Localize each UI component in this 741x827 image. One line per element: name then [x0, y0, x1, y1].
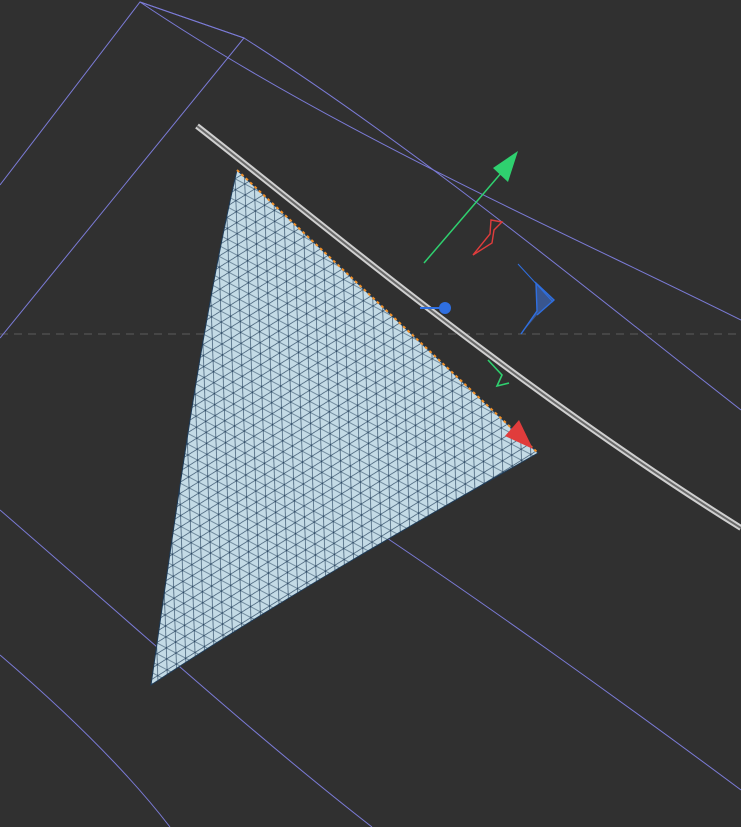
wireframe-box-top — [139, 1, 245, 39]
scale-z-handle-icon[interactable] — [439, 302, 451, 314]
3d-viewport[interactable] — [0, 0, 741, 827]
wireframe-curve-5 — [359, 519, 741, 791]
rotate-z-icon[interactable] — [520, 281, 556, 335]
wireframe-curve-4 — [0, 654, 171, 827]
viewport-canvas[interactable] — [0, 0, 741, 827]
rotate-x-icon[interactable] — [472, 219, 504, 256]
rotate-z-guide — [517, 263, 554, 303]
wireframe-box-edge — [0, 1, 245, 339]
gizmo-axis-y-line — [423, 171, 503, 264]
